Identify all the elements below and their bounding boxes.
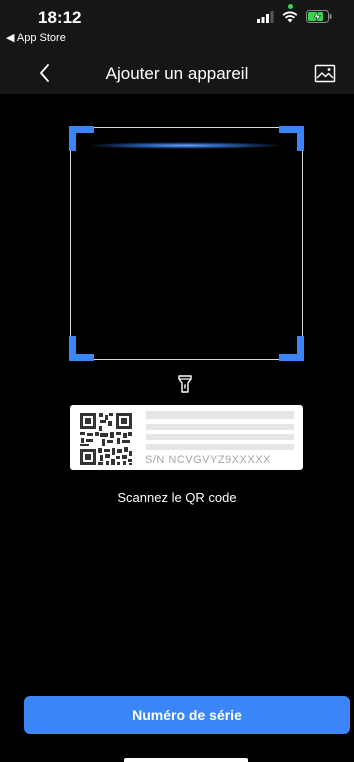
gallery-image-icon[interactable] (314, 64, 336, 84)
label-text-placeholder (146, 434, 294, 440)
battery-charging-icon (306, 10, 332, 23)
scan-frame-corner (279, 126, 304, 151)
page-title: Ajouter un appareil (105, 64, 249, 83)
serial-number-button[interactable]: Numéro de série (24, 696, 350, 734)
privacy-indicator-dot (288, 4, 293, 9)
sample-serial-number: S/N NCVGVYZ9XXXXX (145, 454, 271, 466)
status-bar: 18:12 ◀ App Store (0, 0, 354, 56)
signal-icon (257, 11, 274, 23)
home-indicator (124, 758, 248, 762)
status-time: 18:12 (38, 8, 82, 27)
label-text-placeholder (146, 411, 294, 419)
qr-code-image (78, 411, 134, 467)
back-to-app-store-link[interactable]: ◀ App Store (6, 31, 66, 44)
screen: 18:12 ◀ App Store Ajouter un appareil S/… (0, 0, 354, 762)
scan-laser-line (85, 142, 285, 149)
flashlight-icon[interactable] (177, 374, 193, 394)
scan-frame-corner (279, 336, 304, 361)
qr-scan-frame (69, 126, 304, 361)
wifi-icon (282, 11, 298, 23)
label-text-placeholder (146, 424, 294, 430)
scan-frame-corner (69, 126, 94, 151)
status-icons (257, 10, 332, 23)
sample-device-label: S/N NCVGVYZ9XXXXX (70, 405, 303, 470)
scan-frame-corner (69, 336, 94, 361)
scan-instruction: Scannez le QR code (117, 490, 237, 505)
navigation-bar: Ajouter un appareil (0, 56, 354, 94)
label-text-placeholder (146, 444, 294, 450)
